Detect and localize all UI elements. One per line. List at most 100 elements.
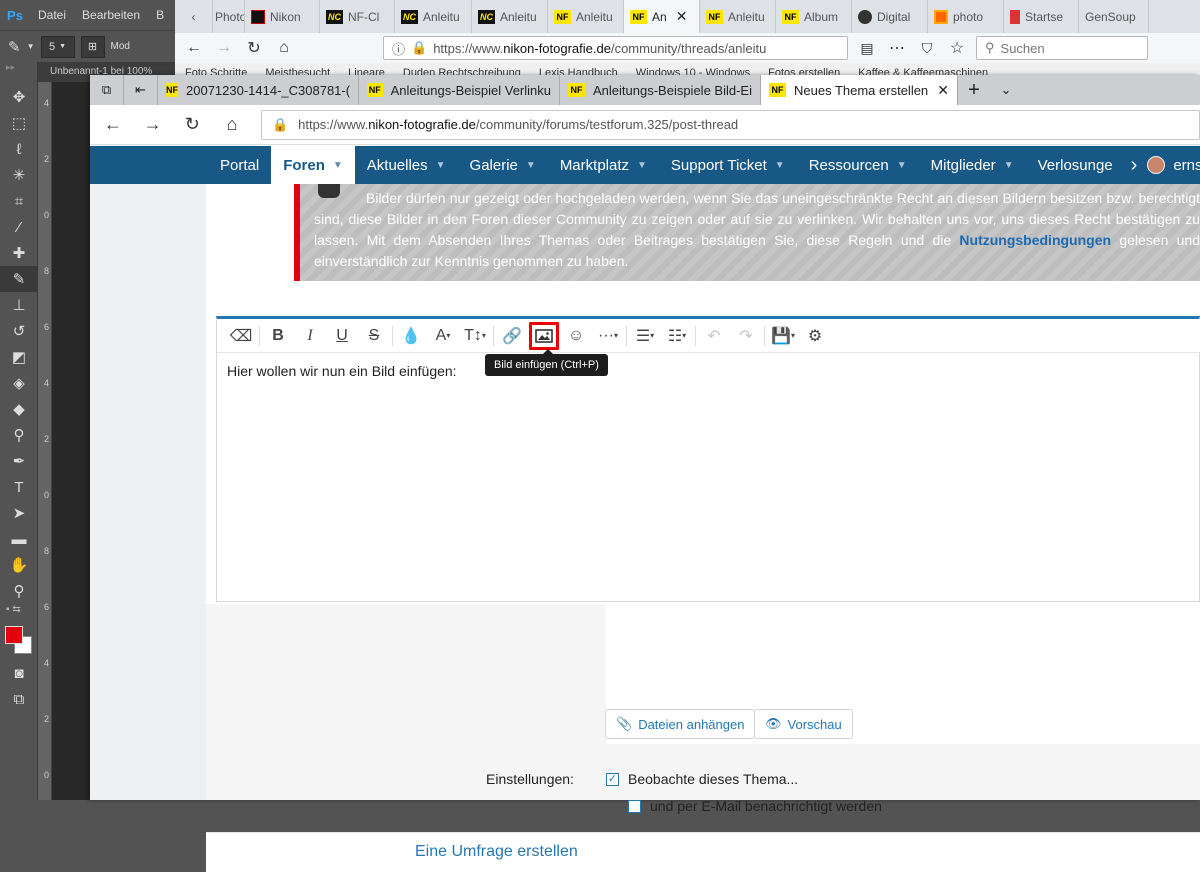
tab-album[interactable]: NF Album [776, 0, 852, 33]
color-controls-icon[interactable]: ▪ ⇆ [0, 604, 37, 626]
attach-files-button[interactable]: 📎 Dateien anhängen [605, 709, 756, 739]
back-arrow-icon[interactable]: ← [183, 39, 205, 57]
ps-menu-datei[interactable]: Datei [30, 8, 74, 22]
close-icon[interactable]: ✕ [676, 8, 688, 25]
settings-gear-icon[interactable]: ⚙ [799, 321, 831, 351]
chevron-down-icon[interactable]: ▼ [436, 160, 446, 171]
user-menu[interactable]: ernst.tes [1143, 146, 1200, 184]
more-options-icon[interactable]: ··· ▾ [592, 321, 624, 351]
clear-format-icon[interactable]: ⌫ [225, 321, 257, 351]
link-icon[interactable]: 🔗 [496, 321, 528, 351]
pocket-icon[interactable]: ⛉ [916, 40, 938, 57]
ps-menu-bild[interactable]: B [148, 8, 172, 22]
tab-anleitung-2[interactable]: NC Anleitu [472, 0, 548, 33]
chevron-down-icon[interactable]: ▼ [27, 42, 35, 51]
create-poll-link[interactable]: Eine Umfrage erstellen [415, 843, 578, 861]
path-selection-tool-icon[interactable]: ➤ [0, 500, 38, 526]
tab-active[interactable]: NF An ✕ [624, 0, 700, 33]
insert-image-icon[interactable] [528, 321, 560, 351]
chevron-right-icon[interactable]: › [1125, 146, 1144, 184]
lasso-tool-icon[interactable]: ℓ [0, 136, 38, 162]
tab-nikon[interactable]: Nikon [245, 0, 320, 33]
tab-anleitung-1[interactable]: NC Anleitu [395, 0, 472, 33]
bold-icon[interactable]: B [262, 321, 294, 351]
nav-galerie[interactable]: Galerie ▼ [458, 146, 548, 184]
front-url-bar[interactable]: 🔒 https://www.nikon-fotografie.de/commun… [260, 109, 1200, 140]
align-icon[interactable]: ☰ ▾ [629, 321, 661, 351]
redo-icon[interactable]: ↷ [730, 321, 762, 351]
reload-icon[interactable]: ↻ [243, 38, 265, 58]
forward-arrow-icon[interactable]: → [213, 39, 235, 57]
new-tab-button[interactable]: + [958, 75, 990, 105]
nav-portal[interactable]: Portal [208, 146, 271, 184]
pen-tool-icon[interactable]: ✒ [0, 448, 38, 474]
hand-tool-icon[interactable]: ✋ [0, 552, 38, 578]
nav-verlosungen[interactable]: Verlosunge [1026, 146, 1125, 184]
marquee-tool-icon[interactable]: ⬚ [0, 110, 38, 136]
editor-content[interactable]: Hier wollen wir nun ein Bild einfügen: [227, 363, 457, 379]
chevron-down-icon[interactable]: ▼ [333, 160, 343, 171]
paint-bucket-tool-icon[interactable]: ◈ [0, 370, 38, 396]
tab-sidebar-icon[interactable]: ⇤ [124, 75, 158, 105]
terms-link[interactable]: Nutzungsbedingungen [959, 232, 1111, 248]
tab-nf-cl[interactable]: NC NF-Cl [320, 0, 395, 33]
tab-neues-thema[interactable]: NF Neues Thema erstellen ✕ [761, 75, 958, 105]
close-icon[interactable]: ✕ [937, 82, 949, 99]
info-icon[interactable]: ⓘ [392, 39, 405, 58]
zoom-tool-icon[interactable]: ⚲ [0, 578, 38, 604]
nav-foren[interactable]: Foren ▼ [271, 146, 355, 184]
reload-icon[interactable]: ↻ [181, 114, 203, 135]
tab-verlinkung[interactable]: NF Anleitungs-Beispiel Verlinku [359, 75, 560, 105]
chevron-down-icon[interactable]: ▼ [526, 160, 536, 171]
save-draft-icon[interactable]: 💾 ▾ [767, 321, 799, 351]
preview-button[interactable]: 👁 Vorschau [754, 709, 853, 739]
email-notify-checkbox-row[interactable]: und per E-Mail benachrichtigt werden [628, 798, 882, 814]
underline-icon[interactable]: U [326, 321, 358, 351]
tab-gensoup[interactable]: GenSoup [1079, 0, 1149, 33]
undo-icon[interactable]: ↶ [698, 321, 730, 351]
magic-wand-tool-icon[interactable]: ✳ [0, 162, 38, 188]
blur-tool-icon[interactable]: ◆ [0, 396, 38, 422]
strikethrough-icon[interactable]: S [358, 321, 390, 351]
history-brush-tool-icon[interactable]: ↺ [0, 318, 38, 344]
tab-photo[interactable]: Photo [213, 0, 245, 33]
tab-list-icon[interactable]: ⌄ [990, 75, 1022, 105]
reader-view-icon[interactable]: ▤ [856, 40, 878, 57]
nav-mitglieder[interactable]: Mitglieder ▼ [919, 146, 1026, 184]
brush-panel-icon[interactable]: ⊞ [80, 35, 105, 58]
text-color-icon[interactable]: 💧 [395, 321, 427, 351]
tab-overview-icon[interactable]: ⧉ [90, 75, 124, 105]
move-tool-icon[interactable]: ✥ [0, 84, 38, 110]
stamp-tool-icon[interactable]: ⊥ [0, 292, 38, 318]
tab-anleitung-3[interactable]: NF Anleitu [548, 0, 624, 33]
chevron-down-icon[interactable]: ▼ [897, 160, 907, 171]
rectangle-tool-icon[interactable]: ▬ [0, 526, 38, 552]
nav-aktuelles[interactable]: Aktuelles ▼ [355, 146, 458, 184]
watch-thread-checkbox-row[interactable]: ✓ Beobachte dieses Thema... [606, 771, 798, 787]
back-url-bar[interactable]: ⓘ 🔒 https://www.nikon-fotografie.de/comm… [383, 36, 848, 60]
forward-arrow-icon[interactable]: → [142, 114, 164, 135]
watch-thread-checkbox[interactable]: ✓ [606, 772, 619, 786]
more-actions-icon[interactable]: ⋯ [886, 38, 908, 58]
home-icon[interactable]: ⌂ [273, 39, 295, 57]
dodge-tool-icon[interactable]: ⚲ [0, 422, 38, 448]
chevron-down-icon[interactable]: ▼ [637, 160, 647, 171]
type-tool-icon[interactable]: T [0, 474, 38, 500]
eraser-tool-icon[interactable]: ◩ [0, 344, 38, 370]
list-icon[interactable]: ☷ ▾ [661, 321, 693, 351]
smiley-icon[interactable]: ☺ [560, 321, 592, 351]
tab-digital[interactable]: Digital [852, 0, 928, 33]
tab-anleitung-4[interactable]: NF Anleitu [700, 0, 776, 33]
ps-menu-bearbeiten[interactable]: Bearbeiten [74, 8, 148, 22]
tab-scroll-left-icon[interactable]: ‹ [175, 0, 213, 33]
brush-tool-icon[interactable]: ✎ [8, 38, 21, 56]
brush-size-box[interactable]: 5 ▼ [40, 35, 75, 58]
eyedropper-tool-icon[interactable]: ⁄ [0, 214, 38, 240]
font-family-icon[interactable]: A ▾ [427, 321, 459, 351]
search-input[interactable]: ⚲ Suchen [976, 36, 1148, 60]
crop-tool-icon[interactable]: ⌗ [0, 188, 38, 214]
brush-tool-icon[interactable]: ✎ [0, 266, 38, 292]
chevron-down-icon[interactable]: ▼ [775, 160, 785, 171]
screen-mode-icon[interactable]: ⧉ [0, 686, 38, 712]
foreground-color-swatch[interactable] [5, 626, 23, 644]
